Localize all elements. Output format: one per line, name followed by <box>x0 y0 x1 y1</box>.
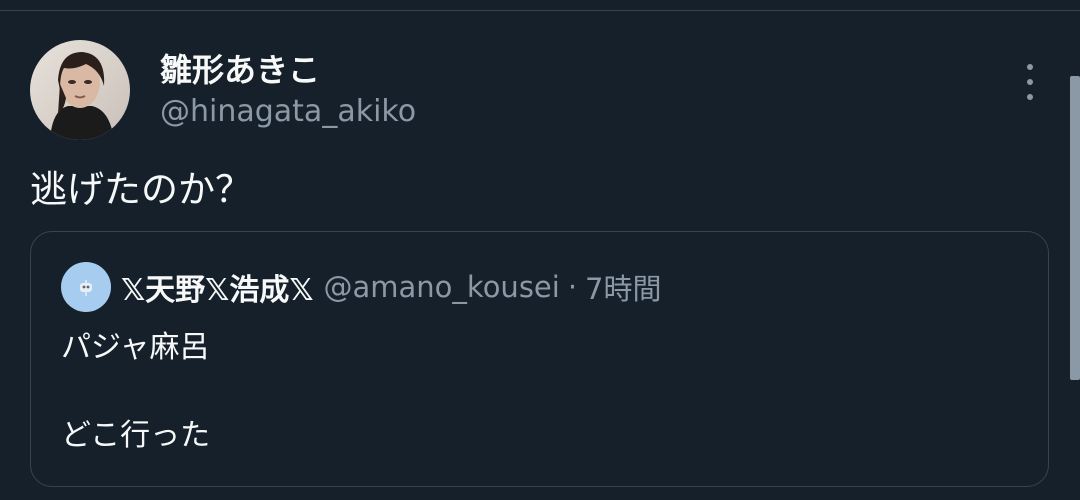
quoted-tweet-text: パジャ麻呂 どこ行った <box>61 326 210 458</box>
quoted-handle[interactable]: @amano_kousei <box>324 270 560 304</box>
tweet[interactable]: 雛形あきこ @hinagata_akiko 逃げたのか？ 𝕏天野𝕏浩成𝕏 @am… <box>0 0 1080 500</box>
quoted-display-name[interactable]: 𝕏天野𝕏浩成𝕏 <box>121 265 314 309</box>
more-vertical-icon[interactable] <box>1018 64 1042 100</box>
quoted-timestamp[interactable]: 7時間 <box>585 266 661 308</box>
robot-icon <box>80 280 92 296</box>
quoted-tweet[interactable]: 𝕏天野𝕏浩成𝕏 @amano_kousei · 7時間 パジャ麻呂 どこ行った <box>30 231 1049 487</box>
handle[interactable]: @hinagata_akiko <box>160 92 416 132</box>
avatar[interactable] <box>30 40 130 140</box>
scrollbar[interactable] <box>1070 76 1080 380</box>
display-name[interactable]: 雛形あきこ <box>160 50 416 90</box>
quoted-text-line: パジャ麻呂 <box>61 330 210 365</box>
tweet-text: 逃げたのか？ <box>30 168 252 211</box>
quoted-avatar[interactable] <box>61 262 111 312</box>
tweet-header: 雛形あきこ @hinagata_akiko <box>30 40 1040 140</box>
quoted-text-line: どこ行った <box>61 418 211 453</box>
quoted-tweet-header: 𝕏天野𝕏浩成𝕏 @amano_kousei · 7時間 <box>61 262 662 312</box>
separator-dot: · <box>567 270 578 304</box>
avatar-image <box>30 40 130 140</box>
author-names: 雛形あきこ @hinagata_akiko <box>160 50 416 132</box>
